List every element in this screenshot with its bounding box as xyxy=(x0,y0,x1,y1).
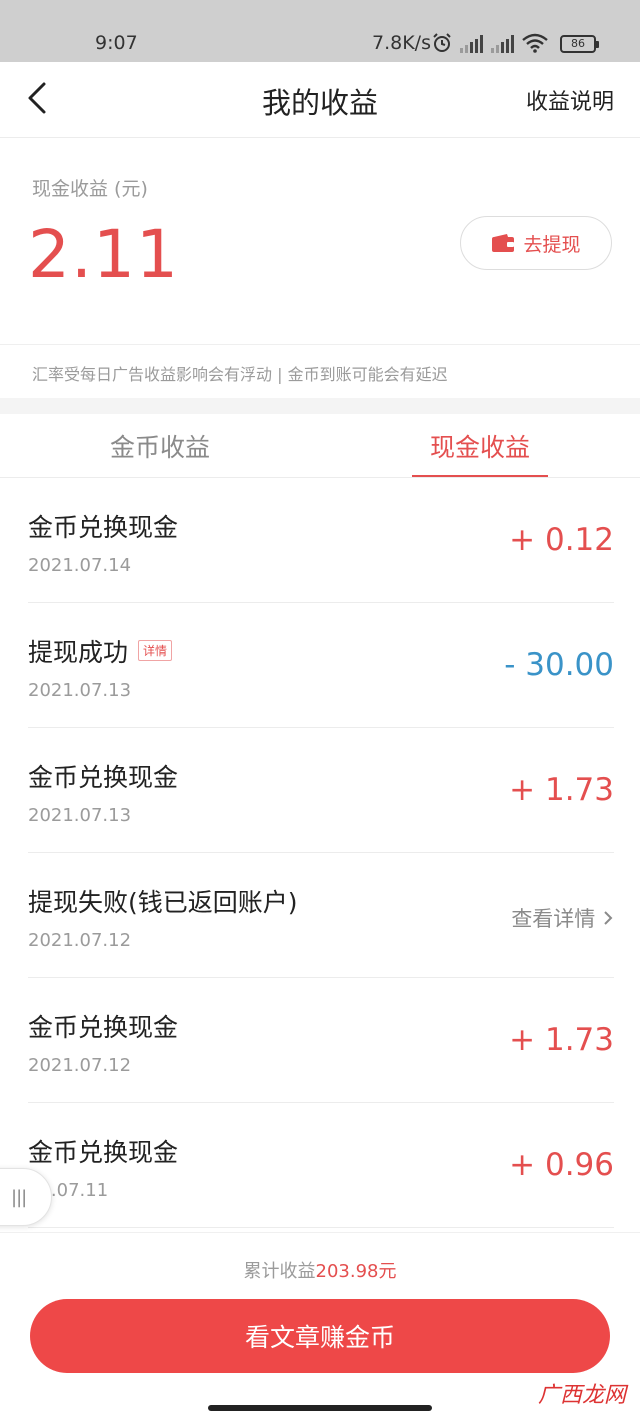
status-bar: 9:07 7.8K/s 86 xyxy=(0,0,640,62)
record-title: 提现失败(钱已返回账户) xyxy=(28,888,298,917)
earnings-tabs: 金币收益 现金收益 xyxy=(0,414,640,478)
chevron-right-icon xyxy=(604,911,613,925)
record-date: 2021.07.12 xyxy=(28,1055,132,1076)
withdraw-label: 去提现 xyxy=(523,234,581,256)
record-amount: - 30.00 xyxy=(504,647,614,683)
alarm-icon xyxy=(433,33,451,52)
status-icons: 86 xyxy=(432,33,599,53)
battery-icon: 86 xyxy=(560,35,599,53)
view-details-link[interactable]: 查看详情 xyxy=(511,903,614,933)
active-tab-indicator xyxy=(412,475,548,477)
list-item[interactable]: 金币兑换现金 21.07.11 + 0.96 xyxy=(28,1103,614,1228)
tab-coin-earnings[interactable]: 金币收益 xyxy=(80,428,240,464)
record-amount: + 0.12 xyxy=(509,522,614,558)
record-amount: + 0.96 xyxy=(509,1147,614,1183)
balance-card: 现金收益 (元) 2.11 去提现 xyxy=(0,138,640,344)
wifi-icon xyxy=(522,33,548,53)
record-title: 金币兑换现金 xyxy=(28,1138,179,1167)
nav-bar: 我的收益 收益说明 xyxy=(0,62,640,138)
view-details-label: 查看详情 xyxy=(511,907,596,931)
record-date: 2021.07.14 xyxy=(28,555,132,576)
list-item[interactable]: 提现成功 详情 2021.07.13 - 30.00 xyxy=(28,603,614,728)
drag-handle-icon: ||| xyxy=(11,1187,27,1208)
status-time: 9:07 xyxy=(95,32,138,54)
withdraw-button[interactable]: 去提现 xyxy=(460,216,612,270)
total-earnings: 累计收益203.98元 xyxy=(0,1257,640,1283)
signal-icon-2 xyxy=(491,35,514,53)
record-title: 金币兑换现金 xyxy=(28,763,179,792)
earnings-info-link[interactable]: 收益说明 xyxy=(526,84,614,116)
rate-notice-text: 汇率受每日广告收益影响会有浮动 | 金币到账可能会有延迟 xyxy=(32,365,448,384)
watermark: 广西龙网 xyxy=(537,1383,626,1408)
record-title: 提现成功 xyxy=(28,638,129,667)
status-net-speed: 7.8K/s xyxy=(372,32,431,54)
record-date: 2021.07.12 xyxy=(28,930,132,951)
section-divider xyxy=(0,398,640,414)
wallet-icon xyxy=(492,234,515,252)
record-title: 金币兑换现金 xyxy=(28,513,179,542)
back-arrow-icon[interactable] xyxy=(22,78,62,118)
rate-notice: 汇率受每日广告收益影响会有浮动 | 金币到账可能会有延迟 xyxy=(0,344,640,398)
detail-tag[interactable]: 详情 xyxy=(138,640,173,661)
list-item[interactable]: 金币兑换现金 2021.07.12 + 1.73 xyxy=(28,978,614,1103)
total-earnings-value: 203.98元 xyxy=(315,1261,397,1282)
list-item[interactable]: 金币兑换现金 2021.07.13 + 1.73 xyxy=(28,728,614,853)
record-title: 金币兑换现金 xyxy=(28,1013,179,1042)
read-articles-earn-coins-button[interactable]: 看文章赚金币 xyxy=(30,1299,610,1373)
record-amount: + 1.73 xyxy=(509,772,614,808)
record-date: 2021.07.13 xyxy=(28,805,132,826)
list-item[interactable]: 金币兑换现金 2021.07.14 + 0.12 xyxy=(28,478,614,603)
signal-icon xyxy=(460,35,483,53)
record-date: 2021.07.13 xyxy=(28,680,132,701)
balance-label: 现金收益 (元) xyxy=(32,178,148,200)
balance-value: 2.11 xyxy=(28,216,179,293)
record-title-group: 提现成功 详情 xyxy=(28,633,173,669)
record-amount: + 1.73 xyxy=(509,1022,614,1058)
earnings-list: 金币兑换现金 2021.07.14 + 0.12 提现成功 详情 2021.07.… xyxy=(0,478,640,1228)
home-indicator xyxy=(208,1405,432,1411)
total-earnings-label: 累计收益 xyxy=(243,1261,316,1282)
tab-cash-earnings[interactable]: 现金收益 xyxy=(400,428,560,464)
list-item[interactable]: 提现失败(钱已返回账户) 2021.07.12 查看详情 xyxy=(28,853,614,978)
footer: 累计收益203.98元 看文章赚金币 广西龙网 xyxy=(0,1232,640,1422)
